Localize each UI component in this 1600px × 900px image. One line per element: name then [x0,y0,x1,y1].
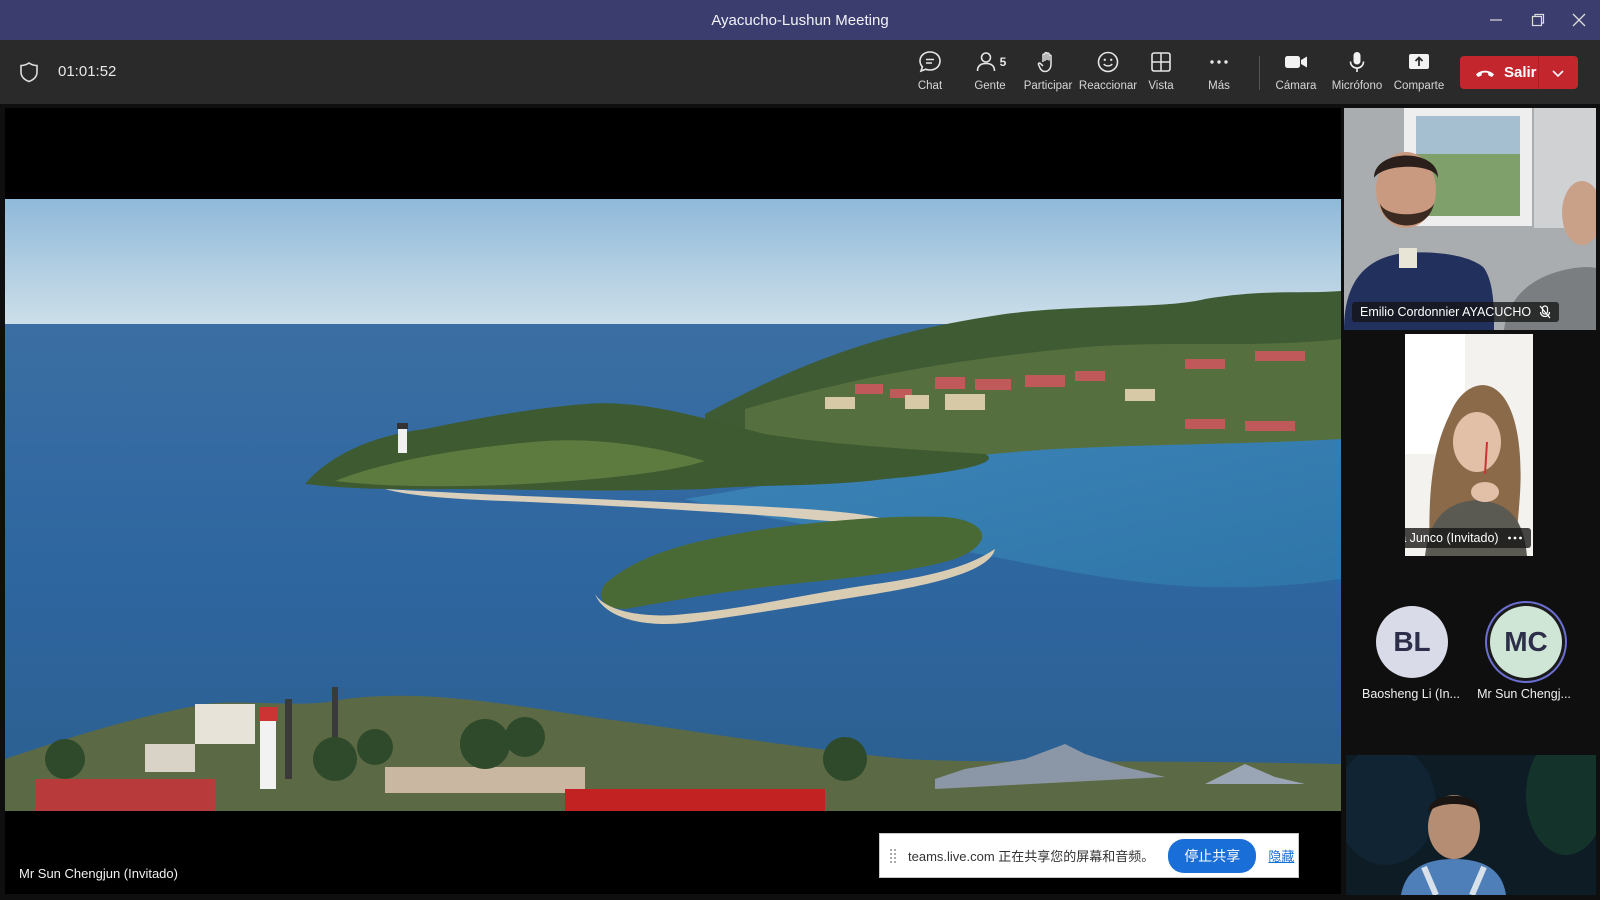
avatar-name-label: Mr Sun Chengj... [1477,687,1571,701]
avatar-initials: MC [1504,626,1548,657]
chat-button[interactable]: Chat [902,48,958,100]
window-title: Ayacucho-Lushun Meeting [711,11,889,29]
leave-button-group: Salir [1460,56,1578,89]
minimize-button[interactable] [1476,0,1516,40]
people-button[interactable]: 5 Gente [959,48,1021,100]
react-label: Reaccionar [1078,80,1138,92]
leave-label: Salir [1504,64,1537,81]
participant-video-tile[interactable]: Emilio Cordonnier AYACUCHO [1344,108,1596,330]
view-label: Vista [1148,80,1174,92]
window-title-bar: Ayacucho-Lushun Meeting [0,0,1600,40]
share-label: Comparte [1393,80,1445,92]
shared-landscape-image [5,199,1341,811]
react-button[interactable]: Reaccionar [1071,48,1145,100]
avatar-initials: BL [1393,626,1431,657]
muted-microphone-icon [1539,305,1551,319]
microphone-icon [1349,52,1365,72]
people-label: Gente [974,80,1006,92]
participant-video-tile[interactable] [1346,755,1596,895]
participant-name-chip: Emilio Cordonnier AYACUCHO [1352,302,1560,322]
view-button[interactable]: Vista [1141,48,1181,100]
more-icon [1210,60,1228,64]
presenter-name-label: Mr Sun Chengjun (Invitado) [19,866,178,881]
chevron-down-icon [1552,69,1565,77]
meeting-timer: 01:01:52 [58,63,117,80]
leave-button[interactable]: Salir [1460,56,1538,89]
close-window-button[interactable] [1559,0,1599,40]
microphone-button[interactable]: Micrófono [1328,48,1386,100]
participant-name: Mariana Junco (Invitado) [1405,531,1499,545]
microphone-label: Micrófono [1331,80,1383,92]
participant-video-tile[interactable]: Mariana Junco (Invitado) [1405,334,1533,556]
raise-hand-icon [1037,51,1052,73]
avatar-mr-sun-chengjun[interactable]: MC [1490,606,1562,678]
hang-up-icon [1476,70,1494,77]
hide-banner-link[interactable]: 隐藏 [1268,846,1294,865]
participant-video [1344,108,1596,330]
shared-screen-stage: Mr Sun Chengjun (Invitado) [5,108,1341,894]
raise-hand-label: Participar [1023,80,1073,92]
leave-options-dropdown[interactable] [1539,56,1578,89]
restore-button[interactable] [1518,0,1558,40]
camera-label: Cámara [1275,80,1317,92]
minimize-icon [1490,19,1502,21]
people-count-badge: 5 [999,55,1007,69]
camera-button[interactable]: Cámara [1271,48,1321,100]
stop-sharing-button[interactable]: 停止共享 [1168,838,1257,873]
drag-handle[interactable] [890,848,896,863]
restore-icon [1531,13,1545,27]
camera-icon [1285,56,1307,68]
shield-icon[interactable] [18,61,40,83]
close-icon [1572,13,1586,27]
toolbar-divider [1259,56,1260,90]
participant-video [1405,334,1533,556]
people-icon [976,52,995,72]
share-button[interactable]: Comparte [1390,48,1448,100]
coastline-photo [5,199,1341,811]
grid-view-icon [1151,52,1171,72]
avatar-baosheng-li[interactable]: BL [1376,606,1448,678]
chat-label: Chat [917,80,943,92]
participant-name: Emilio Cordonnier AYACUCHO [1360,305,1532,319]
more-button[interactable]: Más [1199,48,1239,100]
screen-share-banner: teams.live.com 正在共享您的屏幕和音频。 停止共享 隐藏 [879,833,1299,878]
more-label: Más [1208,80,1230,92]
participant-name-chip: Mariana Junco (Invitado) [1405,528,1531,548]
more-options-icon[interactable] [1507,535,1523,541]
chat-icon [919,51,941,73]
share-tray-icon [1409,54,1429,69]
share-status-text: teams.live.com 正在共享您的屏幕和音频。 [908,849,1155,864]
participant-video [1346,755,1596,895]
avatar-name-label: Baosheng Li (In... [1362,687,1460,701]
smiley-icon [1097,51,1119,73]
